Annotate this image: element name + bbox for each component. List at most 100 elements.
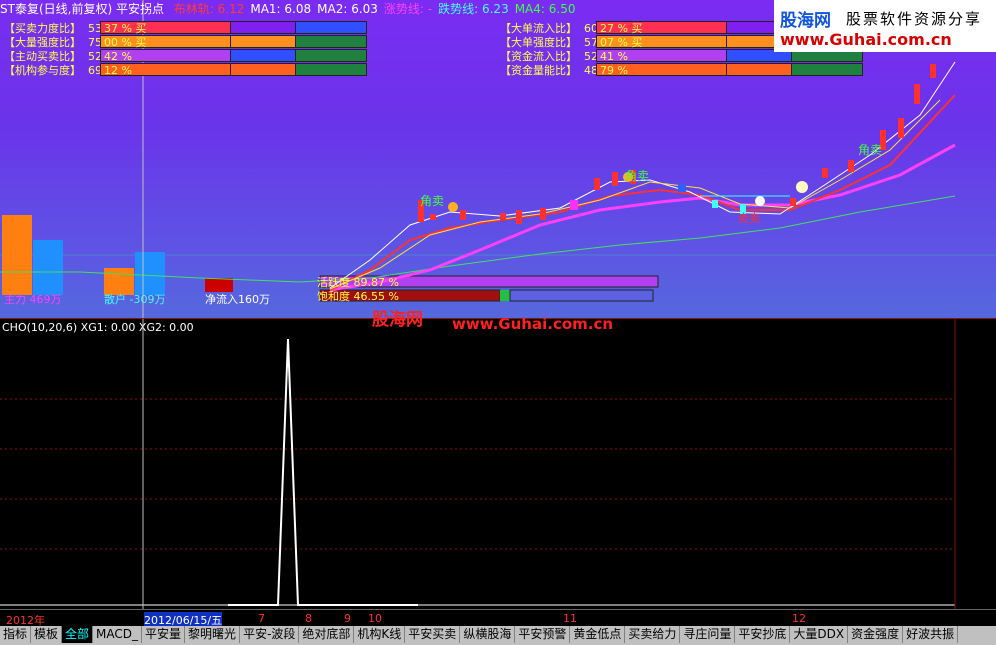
candle — [930, 64, 936, 78]
chart-header: ST泰复(日线,前复权) 平安拐点 布林轨: 6.12 MA1: 6.08 MA2:… — [0, 0, 770, 18]
date-axis: 2012年 2012/06/15/五 7 8 9 10 11 12 — [0, 609, 996, 628]
tab-item[interactable]: 绝对底部 — [299, 626, 355, 643]
tab-item[interactable]: 模板 — [31, 626, 63, 643]
indicator-row: 【买卖力度比】 53 37 % 买 — [4, 20, 404, 35]
indicator-label: 【机构参与度】 — [4, 64, 81, 77]
candle — [822, 168, 828, 178]
ma-item: MA1: 6.08 — [250, 2, 312, 16]
indicator-bar-segment — [230, 35, 297, 48]
candle — [790, 198, 796, 206]
indicator-row: 【资金量能比】 48 79 % — [500, 62, 900, 77]
saturation-bar-rest — [509, 289, 654, 302]
tab-item[interactable]: 机构K线 — [354, 626, 406, 643]
ma-item: 涨势线: - — [383, 2, 433, 16]
main-force-bar — [2, 215, 32, 295]
net-inflow-label: 净流入160万 — [205, 292, 270, 306]
indicator-bar-segment — [295, 63, 367, 76]
ma-item: 跌势线: 6.23 — [438, 2, 509, 16]
ma-item: 布林轨: 6.12 — [173, 2, 245, 16]
tab-item[interactable]: 全部 — [62, 626, 94, 643]
date-axis-label: 9 — [344, 612, 351, 625]
left-indicator-panel: 【买卖力度比】 53 37 % 买【大量强度比】 75 00 % 买【主动买卖比】 52 4… — [4, 20, 404, 77]
candle — [678, 184, 686, 192]
indicator-bar-segment — [230, 21, 297, 34]
indicator-row: 【大量强度比】 75 00 % 买 — [4, 34, 404, 49]
cho-line — [228, 338, 418, 606]
indicator-percent: 37 % 买 — [104, 22, 147, 35]
indicator-tabs: 指标 模板 全部 MACD_ 平安量 黎明曙光 平安-波段 绝对底部 机构K线 平安买卖 纵横股海平… — [0, 626, 996, 645]
candle — [516, 210, 522, 224]
candle — [898, 118, 904, 138]
candle — [540, 208, 546, 220]
retail-bar — [33, 240, 63, 295]
ma-item: MA4: 6.50 — [514, 2, 576, 16]
candle — [848, 160, 854, 172]
candle — [914, 84, 920, 104]
date-axis-label: 8 — [305, 612, 312, 625]
tab-item[interactable]: 平安-波段 — [240, 626, 300, 643]
tab-item[interactable]: 好波共振 — [903, 626, 959, 643]
indicator-row: 【主动买卖比】 52 42 % — [4, 48, 404, 63]
candle — [430, 214, 436, 220]
sell-label-3: 角卖 — [858, 143, 882, 157]
indicator-bar-segment — [791, 63, 863, 76]
tab-item[interactable]: 纵横股海 — [460, 626, 516, 643]
indicator-bar-segment — [726, 63, 793, 76]
money-bag-icon — [796, 181, 808, 193]
indicator-percent: 42 % — [104, 50, 132, 63]
indicator-percent: 41 % — [600, 50, 628, 63]
indicator-row: 【机构参与度】 69 12 % — [4, 62, 404, 77]
indicator-label: 【资金量能比】 — [500, 64, 577, 77]
sell-label-4: 卖卖 — [738, 212, 760, 225]
indicator-percent: 79 % — [600, 64, 628, 77]
candle — [612, 172, 618, 186]
retail-label: 散户 -309万 — [104, 292, 165, 306]
tab-item[interactable]: 黄金低点 — [570, 626, 626, 643]
warning-signal-icon — [755, 196, 765, 206]
tab-item[interactable]: 买卖给力 — [625, 626, 681, 643]
tab-item[interactable]: 寻庄问量 — [680, 626, 736, 643]
logo-tagline: 股票软件资源分享 — [846, 10, 983, 28]
date-axis-label: 12 — [792, 612, 806, 625]
tab-item[interactable]: 平安量 — [142, 626, 186, 643]
candle — [460, 210, 466, 220]
retail-bar-2 — [135, 252, 165, 295]
tab-item[interactable]: 平安抄底 — [735, 626, 791, 643]
sell-label-1: 角卖 — [420, 194, 444, 208]
date-axis-label: 10 — [368, 612, 382, 625]
ma-item: MA2: 6.03 — [317, 2, 378, 16]
sell-signal-icon — [448, 202, 458, 212]
indicator-bar-segment — [295, 35, 367, 48]
indicator-percent: 12 % — [104, 64, 132, 77]
activity-label: 活跃度 89.87 % — [317, 275, 399, 289]
sell-label-2: 角卖 — [625, 169, 649, 183]
tab-item[interactable]: 平安买卖 — [405, 626, 461, 643]
saturation-label: 饱和度 46.55 % — [317, 289, 399, 303]
guhai-logo: 股海网 股票软件资源分享 www.Guhai.com.cn — [774, 0, 996, 52]
tab-item[interactable]: 大量DDX — [790, 626, 849, 643]
indicator-percent: 27 % 买 — [600, 22, 643, 35]
indicator-bar-segment — [295, 49, 367, 62]
logo-url: www.Guhai.com.cn — [780, 30, 952, 49]
tab-item[interactable]: 指标 — [0, 626, 32, 643]
indicator-panel[interactable]: CHO(10,20,6) XG1: 0.00 XG2: 0.00 股海网 www… — [0, 310, 996, 609]
tab-item[interactable]: 平安预警 — [515, 626, 571, 643]
tab-item[interactable]: 资金强度 — [848, 626, 904, 643]
saturation-bar-green — [500, 290, 510, 301]
candle — [500, 213, 506, 221]
indicator-bar-segment — [230, 49, 297, 62]
ma2-line — [329, 94, 956, 291]
indicator-bar-segment — [230, 63, 297, 76]
price-panel[interactable]: 角卖 角卖 角卖 卖卖 主力 469万 散户 -309万 净流入160万 活跃度… — [0, 0, 996, 319]
indicator-bar-segment — [295, 21, 367, 34]
indicator-percent: 00 % 买 — [104, 36, 147, 49]
date-axis-label: 11 — [563, 612, 577, 625]
ma-legend: 布林轨: 6.12 MA1: 6.08 MA2: 6.03 涨势线: - 跌势线: 6.… — [174, 2, 582, 16]
candle — [712, 200, 718, 208]
cho-chart — [0, 319, 956, 609]
net-inflow-bar — [205, 278, 233, 292]
tab-item[interactable]: 黎明曙光 — [185, 626, 241, 643]
stock-title: ST泰复(日线,前复权) 平安拐点 — [0, 2, 164, 16]
candle — [594, 178, 600, 190]
tab-item[interactable]: MACD_ — [93, 626, 143, 643]
